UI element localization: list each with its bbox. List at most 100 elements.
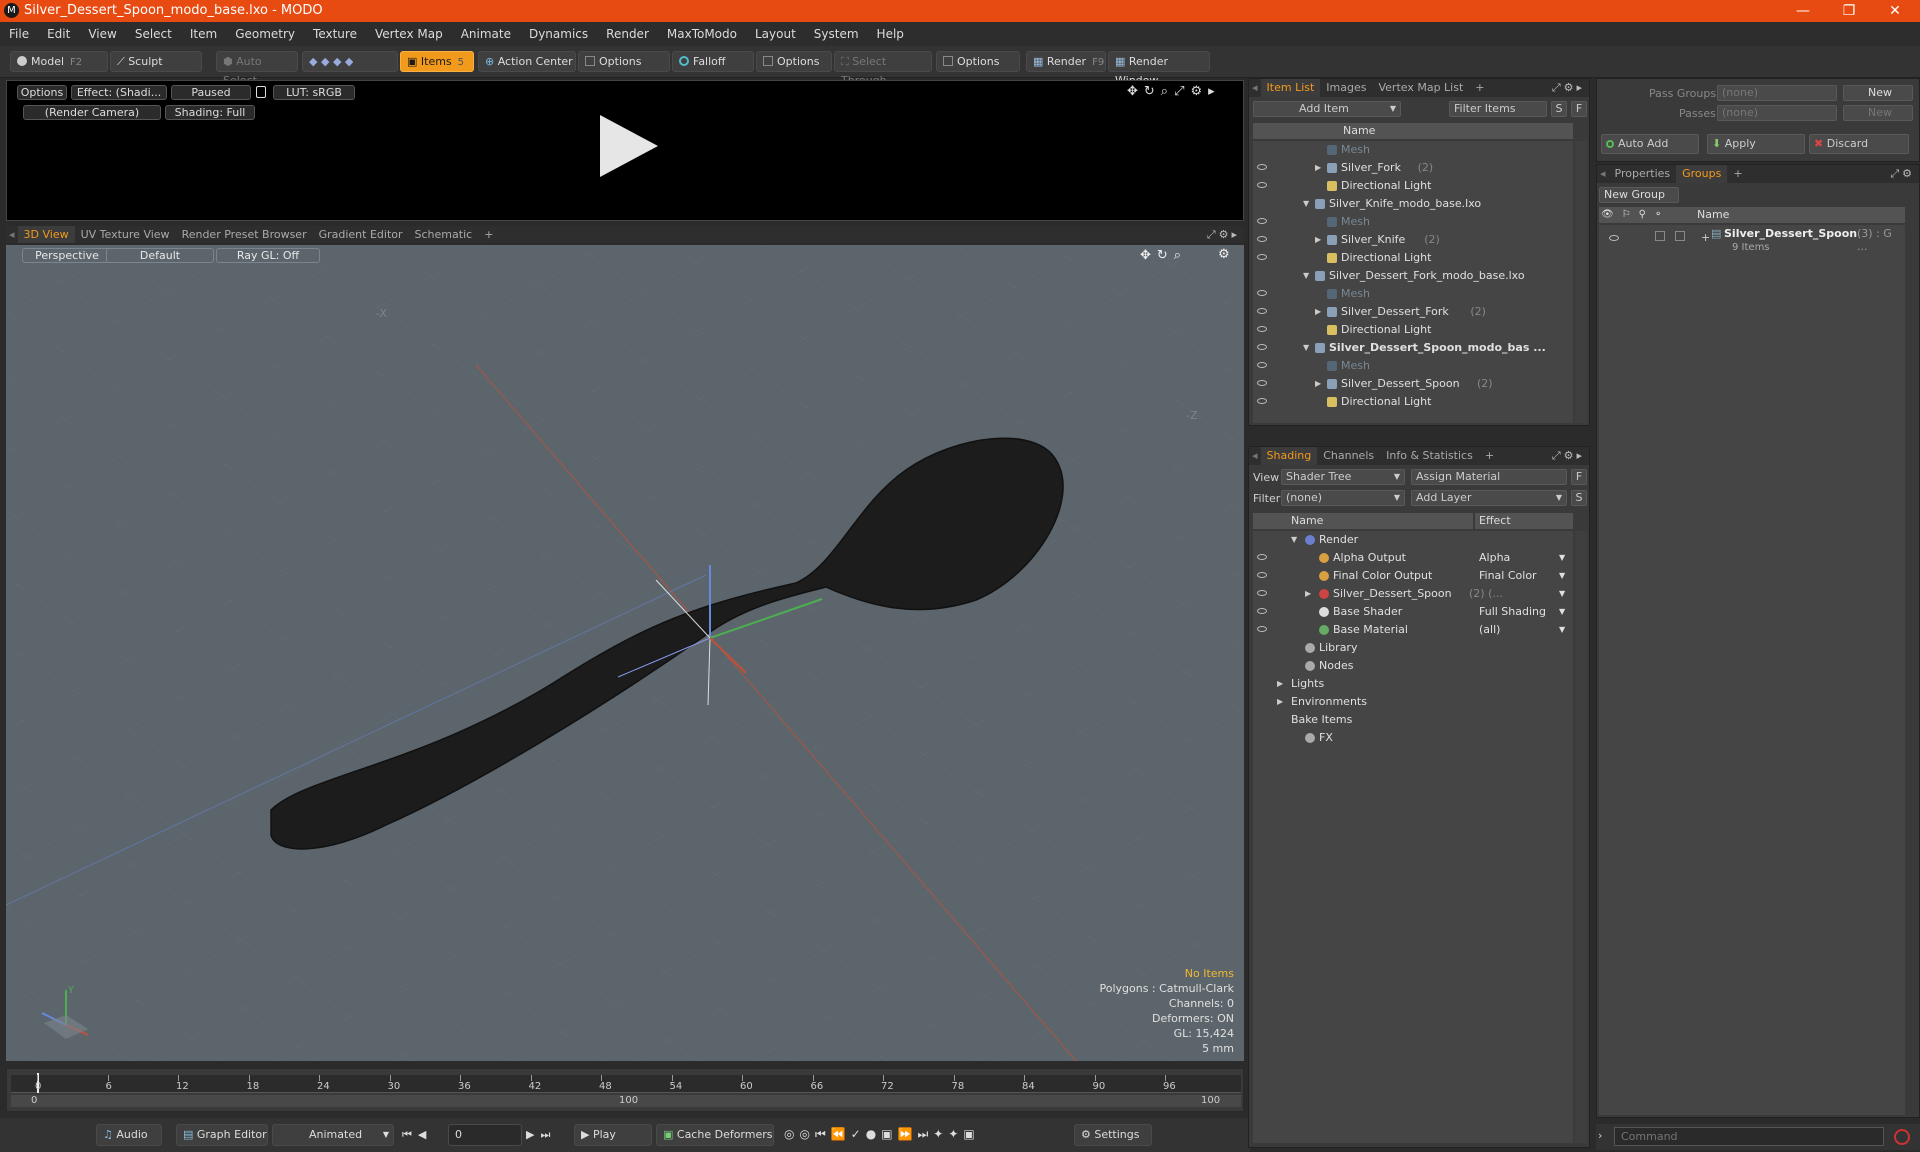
panel-controls[interactable]: ⤢⚙▸ (1552, 81, 1585, 95)
add-layer-dropdown[interactable]: Add Layer ▼ (1411, 490, 1567, 506)
render-button[interactable]: ▦ Render F9 (1026, 51, 1106, 72)
menu-view[interactable]: View (79, 22, 125, 46)
viewport-nav-icons[interactable]: ✥↻⌕ (1140, 248, 1187, 263)
menu-vertex-map[interactable]: Vertex Map (366, 22, 452, 46)
shader-row[interactable]: ▼ Render (1253, 531, 1573, 549)
panel-controls[interactable]: ⤢⚙ (1890, 167, 1915, 181)
view-dropdown[interactable]: Shader Tree ▼ (1281, 469, 1405, 485)
item-row[interactable]: ▶ Silver_Knife (2) (1253, 231, 1573, 249)
chevron-down-icon[interactable]: ▼ (1559, 549, 1565, 567)
tab-shading[interactable]: Shading (1260, 447, 1318, 465)
tab-uv-texture-view[interactable]: UV Texture View (75, 226, 176, 243)
visibility-eye-icon[interactable] (1257, 182, 1267, 188)
tab-gradient-editor[interactable]: Gradient Editor (313, 226, 409, 243)
visibility-eye-icon[interactable] (1257, 236, 1267, 242)
command-input[interactable] (1614, 1127, 1884, 1146)
render-camera-dropdown[interactable]: (Render Camera) (23, 105, 161, 120)
menu-help[interactable]: Help (868, 22, 913, 46)
item-row[interactable]: Directional Light (1253, 249, 1573, 267)
item-row[interactable]: Mesh (1253, 357, 1573, 375)
items-mode-button[interactable]: ▣ Items 5 (400, 51, 474, 72)
add-tab-button[interactable]: + (478, 226, 499, 243)
tab-render-preset-browser[interactable]: Render Preset Browser (176, 226, 313, 243)
visibility-eye-icon[interactable] (1257, 218, 1267, 224)
new-group-button[interactable]: New Group (1599, 187, 1679, 203)
perspective-dropdown[interactable]: Perspective (22, 248, 112, 263)
item-row[interactable]: Directional Light (1253, 177, 1573, 195)
add-tab-button[interactable]: + (1469, 79, 1490, 97)
render-window-button[interactable]: ▦ Render Window (1108, 51, 1210, 87)
frame-step-forward-icons[interactable]: ▶⏭ (526, 1128, 556, 1142)
preview-nav-icons[interactable]: ✥↻⌕⤢⚙▸ (1127, 84, 1221, 99)
chevron-right-icon[interactable]: ▶ (1315, 375, 1321, 393)
chevron-right-icon[interactable]: ▶ (1277, 675, 1283, 693)
tab-item-list[interactable]: Item List (1260, 79, 1321, 97)
raygl-dropdown[interactable]: Ray GL: Off (216, 248, 320, 263)
timeline-track[interactable] (11, 1075, 1241, 1093)
passes-dropdown[interactable]: (none) (1717, 105, 1837, 121)
filter-items-input[interactable]: Filter Items (1449, 101, 1547, 117)
group-checkbox[interactable] (1675, 231, 1685, 241)
action-center-button[interactable]: ⊕ Action Center (478, 51, 576, 72)
item-row[interactable]: Directional Light (1253, 321, 1573, 339)
shading-scrollbar[interactable] (1575, 531, 1587, 1143)
pass-groups-dropdown[interactable]: (none) (1717, 85, 1837, 101)
shading-s-toggle[interactable]: S (1571, 490, 1587, 506)
new-pass-button[interactable]: New (1843, 105, 1913, 121)
close-button[interactable]: ✕ (1872, 0, 1918, 22)
falloff-button[interactable]: Falloff (672, 51, 754, 72)
visibility-eye-icon[interactable] (1257, 326, 1267, 332)
menu-maxtomodo[interactable]: MaxToModo (658, 22, 746, 46)
group-checkbox[interactable] (1655, 231, 1665, 241)
tab-groups[interactable]: Groups (1676, 165, 1728, 183)
item-list-column-name[interactable]: Name (1253, 123, 1573, 139)
settings-button[interactable]: ⚙ Settings (1074, 1124, 1152, 1146)
audio-button[interactable]: ♫ Audio (96, 1124, 162, 1146)
default-style-dropdown[interactable]: Default (106, 248, 214, 263)
tab-images[interactable]: Images (1320, 79, 1372, 97)
play-icon[interactable] (592, 111, 662, 181)
menu-geometry[interactable]: Geometry (226, 22, 304, 46)
frame-step-back-icons[interactable]: ⏮◀ (402, 1128, 432, 1142)
tab-3d-view[interactable]: 3D View (17, 226, 75, 243)
visibility-eye-icon[interactable] (1257, 362, 1267, 368)
menu-layout[interactable]: Layout (746, 22, 805, 46)
viewport-settings-gear-icon[interactable]: ⚙ (1218, 247, 1230, 262)
add-tab-button[interactable]: + (1479, 447, 1500, 465)
item-row[interactable]: ▶ Silver_Dessert_Fork (2) (1253, 303, 1573, 321)
chevron-down-icon[interactable]: ▼ (1559, 585, 1565, 603)
sculpt-mode-button[interactable]: ⟋ Sculpt (110, 51, 202, 72)
visibility-eye-icon[interactable] (1257, 398, 1267, 404)
add-tab-button[interactable]: + (1727, 165, 1748, 183)
selection-mode-group[interactable]: ◆ ◆ ◆ ◆ (302, 51, 398, 72)
item-row[interactable]: Directional Light (1253, 393, 1573, 411)
key-tools-icons[interactable]: ◎◎⏮⏪✓●▣⏩⏭✦✦▣ (784, 1127, 980, 1142)
menu-dynamics[interactable]: Dynamics (520, 22, 597, 46)
chevron-down-icon[interactable]: ▼ (1559, 603, 1565, 621)
shader-row[interactable]: Base Shader Full Shading ▼ (1253, 603, 1573, 621)
falloff-options-button[interactable]: Options (756, 51, 832, 72)
item-row[interactable]: ▶ Silver_Fork (2) (1253, 159, 1573, 177)
cache-deformers-button[interactable]: ▣ Cache Deformers (656, 1124, 774, 1146)
shader-effect[interactable]: Alpha (1479, 549, 1510, 567)
expand-plus-icon[interactable]: + (1701, 231, 1710, 244)
shader-row[interactable]: Nodes (1253, 657, 1573, 675)
select-through-options-button[interactable]: Options (936, 51, 1020, 72)
menu-select[interactable]: Select (126, 22, 181, 46)
animated-dropdown[interactable]: Animated ▼ (272, 1124, 394, 1146)
chevron-right-icon[interactable]: ▶ (1315, 159, 1321, 177)
frame-input[interactable]: 0 (448, 1124, 522, 1146)
auto-select-button[interactable]: ⬢ Auto Select (216, 51, 298, 87)
shading-filter-dropdown[interactable]: (none) ▼ (1281, 490, 1405, 506)
lock-icon[interactable] (256, 86, 266, 98)
chevron-right-icon[interactable]: ▶ (1305, 585, 1311, 603)
visibility-eye-icon[interactable] (1257, 554, 1267, 560)
item-row[interactable]: Mesh (1253, 141, 1573, 159)
item-row[interactable]: Mesh (1253, 213, 1573, 231)
visibility-eye-icon[interactable] (1257, 626, 1267, 632)
3d-viewport[interactable]: Y -X -Z Perspective Default Ray GL: Off … (6, 245, 1244, 1061)
chevron-down-icon[interactable]: ▼ (1303, 339, 1309, 357)
shader-row[interactable]: ▶ Environments (1253, 693, 1573, 711)
item-row[interactable]: ▶ Silver_Dessert_Spoon (2) (1253, 375, 1573, 393)
visibility-eye-icon[interactable] (1257, 254, 1267, 260)
